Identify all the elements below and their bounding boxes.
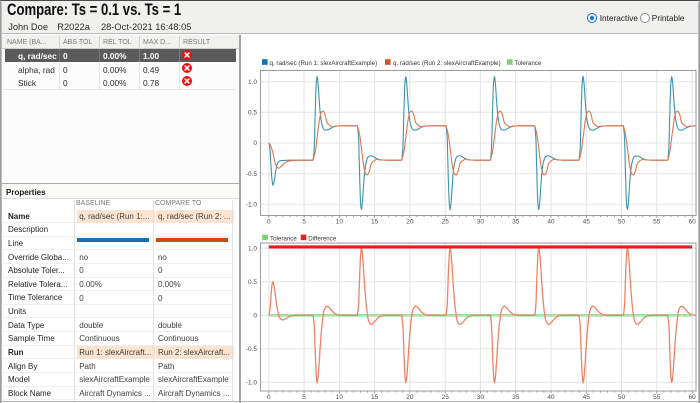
- svg-text:25: 25: [442, 218, 450, 225]
- svg-text:55: 55: [653, 218, 661, 225]
- svg-text:5: 5: [302, 218, 306, 225]
- svg-text:Tolerance: Tolerance: [270, 235, 297, 242]
- svg-text:1.0: 1.0: [248, 246, 257, 253]
- svg-text:-1.0: -1.0: [246, 202, 258, 209]
- svg-text:40: 40: [547, 218, 555, 225]
- svg-text:10: 10: [336, 394, 344, 401]
- svg-text:60: 60: [688, 218, 696, 225]
- svg-text:20: 20: [406, 218, 414, 225]
- svg-text:30: 30: [477, 394, 485, 401]
- svg-text:q, rad/sec (Run 1: slexAircraf: q, rad/sec (Run 1: slexAircraftExample): [270, 60, 378, 67]
- svg-text:25: 25: [442, 394, 450, 401]
- svg-text:Tolerance: Tolerance: [515, 60, 542, 67]
- svg-text:50: 50: [618, 218, 626, 225]
- svg-text:50: 50: [618, 394, 626, 401]
- svg-text:35: 35: [512, 218, 520, 225]
- svg-text:-0.5: -0.5: [246, 171, 258, 178]
- svg-text:q, rad/sec (Run 2: slexAircraf: q, rad/sec (Run 2: slexAircraftExample): [393, 60, 501, 67]
- svg-text:-0.5: -0.5: [246, 346, 258, 353]
- svg-text:55: 55: [653, 394, 661, 401]
- svg-text:0: 0: [267, 218, 271, 225]
- svg-text:45: 45: [583, 394, 591, 401]
- svg-text:10: 10: [336, 218, 344, 225]
- svg-text:15: 15: [371, 394, 379, 401]
- svg-text:0.5: 0.5: [248, 279, 257, 286]
- svg-text:20: 20: [406, 394, 414, 401]
- svg-text:60: 60: [688, 394, 696, 401]
- svg-text:0.5: 0.5: [248, 110, 257, 117]
- svg-text:5: 5: [302, 394, 306, 401]
- svg-text:40: 40: [547, 394, 555, 401]
- svg-text:0: 0: [267, 394, 271, 401]
- svg-text:Difference: Difference: [308, 235, 337, 242]
- svg-text:35: 35: [512, 394, 520, 401]
- svg-text:0: 0: [253, 313, 257, 320]
- svg-text:15: 15: [371, 218, 379, 225]
- svg-text:0: 0: [253, 140, 257, 147]
- svg-text:30: 30: [477, 218, 485, 225]
- svg-text:1.0: 1.0: [248, 79, 257, 86]
- svg-text:45: 45: [583, 218, 591, 225]
- svg-text:-1.0: -1.0: [246, 380, 258, 387]
